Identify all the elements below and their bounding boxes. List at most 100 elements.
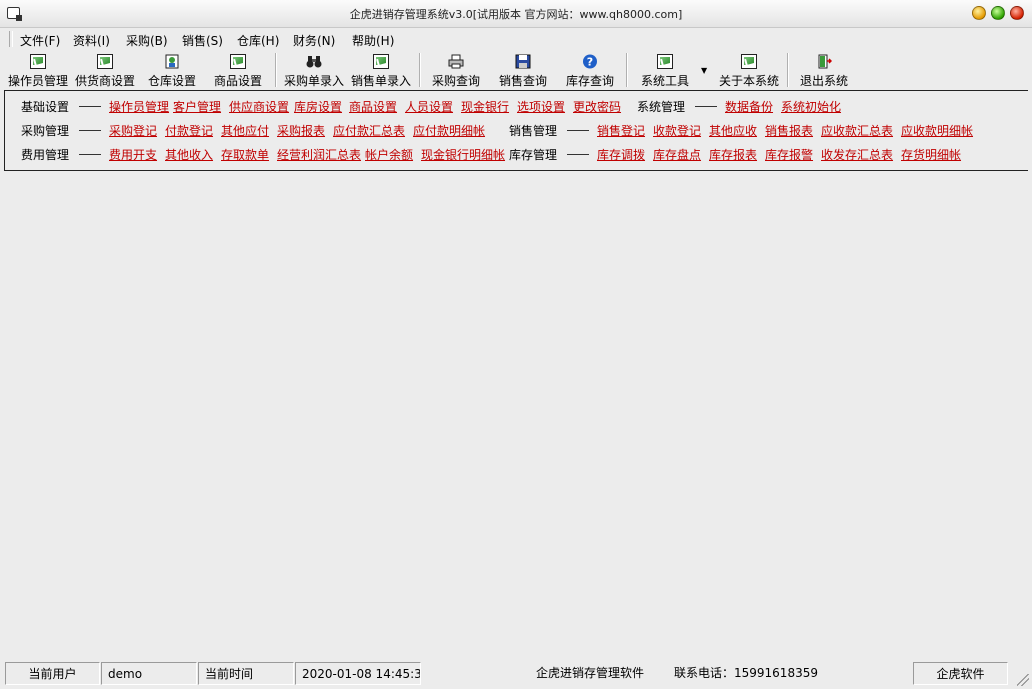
system-management-label: 系统管理 (637, 100, 686, 114)
current-time-value: 2020-01-08 14:45:38 (295, 662, 421, 685)
link-stock-alert[interactable]: 库存报警 (765, 146, 813, 163)
link-deposit-withdraw[interactable]: 存取款单 (221, 146, 269, 163)
link-payable-detail[interactable]: 应付款明细帐 (413, 122, 485, 139)
printer-icon (448, 54, 464, 69)
divider (79, 154, 101, 155)
operator-icon (30, 54, 46, 69)
link-expense[interactable]: 费用开支 (109, 146, 157, 163)
toolbar-separator (787, 53, 789, 87)
close-button[interactable] (1010, 6, 1024, 20)
title-bar: 企虎进销存管理系统v3.0[试用版本 官方网站：www.qh8000.com] (0, 0, 1032, 28)
exit-button[interactable]: 退出系统 (794, 52, 854, 88)
warehouse-label: 仓库设置 (147, 74, 196, 88)
link-stock-report[interactable]: 库存报表 (709, 146, 757, 163)
basic-settings-label: 基础设置 (21, 100, 70, 114)
link-purchase-report[interactable]: 采购报表 (277, 122, 325, 139)
toolbar-separator (419, 53, 421, 87)
link-customer[interactable]: 客户管理 (173, 98, 221, 115)
stock-management-label: 库存管理 (509, 148, 558, 162)
link-options[interactable]: 选项设置 (517, 98, 565, 115)
binoculars-icon (306, 56, 322, 68)
link-inventory-detail[interactable]: 存货明细帐 (901, 146, 961, 163)
link-other-receivable[interactable]: 其他应收 (709, 122, 757, 139)
menu-warehouse[interactable]: 仓库(H) (237, 32, 279, 49)
menu-purchase[interactable]: 采购(B) (126, 32, 168, 49)
link-initialize[interactable]: 系统初始化 (781, 98, 841, 115)
brand-label: 企虎软件 (913, 662, 1008, 685)
link-payment-register[interactable]: 付款登记 (165, 122, 213, 139)
dropdown-arrow-icon[interactable]: ▼ (701, 66, 707, 75)
warehouse-icon (165, 54, 179, 69)
supplier-button[interactable]: 供货商设置 (72, 52, 138, 88)
sales-query-button[interactable]: 销售查询 (493, 52, 553, 88)
minimize-button[interactable] (972, 6, 986, 20)
warehouse-button[interactable]: 仓库设置 (142, 52, 202, 88)
link-personnel[interactable]: 人员设置 (405, 98, 453, 115)
link-payable-summary[interactable]: 应付款汇总表 (333, 122, 405, 139)
about-label: 关于本系统 (718, 74, 779, 88)
purchase-query-button[interactable]: 采购查询 (426, 52, 486, 88)
product-icon (230, 54, 246, 69)
exit-door-icon (818, 54, 832, 69)
link-sales-report[interactable]: 销售报表 (765, 122, 813, 139)
link-other-income[interactable]: 其他收入 (165, 146, 213, 163)
stock-query-button[interactable]: ? 库存查询 (560, 52, 620, 88)
current-time-label: 当前时间 (198, 662, 294, 685)
link-profit-summary[interactable]: 经营利润汇总表 (277, 146, 361, 163)
link-operator[interactable]: 操作员管理 (109, 98, 169, 115)
link-other-payable[interactable]: 其他应付 (221, 122, 269, 139)
system-tools-button[interactable]: 系统工具 (634, 52, 696, 88)
operator-button[interactable]: 操作员管理 (4, 52, 72, 88)
stock-query-label: 库存查询 (565, 74, 614, 88)
product-label: 商品设置 (213, 74, 262, 88)
link-account-balance[interactable]: 帐户余额 (365, 146, 413, 163)
link-change-password[interactable]: 更改密码 (573, 98, 621, 115)
supplier-label: 供货商设置 (74, 74, 135, 88)
supplier-icon (97, 54, 113, 69)
link-purchase-register[interactable]: 采购登记 (109, 122, 157, 139)
maximize-button[interactable] (991, 6, 1005, 20)
menu-file[interactable]: 文件(F) (20, 32, 60, 49)
link-backup[interactable]: 数据备份 (725, 98, 773, 115)
expense-management-label: 费用管理 (21, 148, 70, 162)
link-receivable-summary[interactable]: 应收款汇总表 (821, 122, 893, 139)
menu-help[interactable]: 帮助(H) (352, 32, 394, 49)
link-receivable-detail[interactable]: 应收款明细帐 (901, 122, 973, 139)
status-bar: 当前用户 demo 当前时间 2020-01-08 14:45:38 企虎进销存… (0, 660, 1032, 689)
link-cash-bank-detail[interactable]: 现金银行明细帐 (421, 146, 505, 163)
link-receipt-register[interactable]: 收款登记 (653, 122, 701, 139)
about-button[interactable]: 关于本系统 (716, 52, 782, 88)
link-stock-count[interactable]: 库存盘点 (653, 146, 701, 163)
software-name: 企虎进销存管理软件 (536, 666, 645, 680)
quick-link-panel: 基础设置 操作员管理 客户管理 供应商设置 库房设置 商品设置 人员设置 现金银… (4, 90, 1028, 171)
purchase-management-label: 采购管理 (21, 124, 70, 138)
divider (79, 106, 101, 107)
contact-phone: 联系电话：15991618359 (674, 666, 818, 680)
link-inout-summary[interactable]: 收发存汇总表 (821, 146, 893, 163)
link-product[interactable]: 商品设置 (349, 98, 397, 115)
sales-query-label: 销售查询 (498, 74, 547, 88)
workspace (0, 172, 1032, 660)
link-storeroom[interactable]: 库房设置 (294, 98, 342, 115)
link-sales-register[interactable]: 销售登记 (597, 122, 645, 139)
menu-bar: 文件(F) 资料(I) 采购(B) 销售(S) 仓库(H) 财务(N) 帮助(H… (0, 28, 1032, 50)
purchase-entry-label: 采购单录入 (283, 74, 344, 88)
svg-text:?: ? (587, 56, 593, 69)
purchase-query-label: 采购查询 (431, 74, 480, 88)
product-button[interactable]: 商品设置 (208, 52, 268, 88)
menu-finance[interactable]: 财务(N) (293, 32, 335, 49)
menu-sales[interactable]: 销售(S) (182, 32, 223, 49)
menu-data[interactable]: 资料(I) (73, 32, 110, 49)
sales-entry-label: 销售单录入 (350, 74, 411, 88)
link-stock-transfer[interactable]: 库存调拨 (597, 146, 645, 163)
link-supplier[interactable]: 供应商设置 (229, 98, 289, 115)
current-user-label: 当前用户 (5, 662, 100, 685)
divider (567, 130, 589, 131)
purchase-entry-button[interactable]: 采购单录入 (280, 52, 348, 88)
sales-management-label: 销售管理 (509, 124, 558, 138)
resize-grip-icon[interactable] (1017, 674, 1029, 686)
link-cash-bank[interactable]: 现金银行 (461, 98, 509, 115)
sales-entry-button[interactable]: 销售单录入 (348, 52, 414, 88)
about-icon (741, 54, 757, 69)
exit-label: 退出系统 (799, 74, 848, 88)
